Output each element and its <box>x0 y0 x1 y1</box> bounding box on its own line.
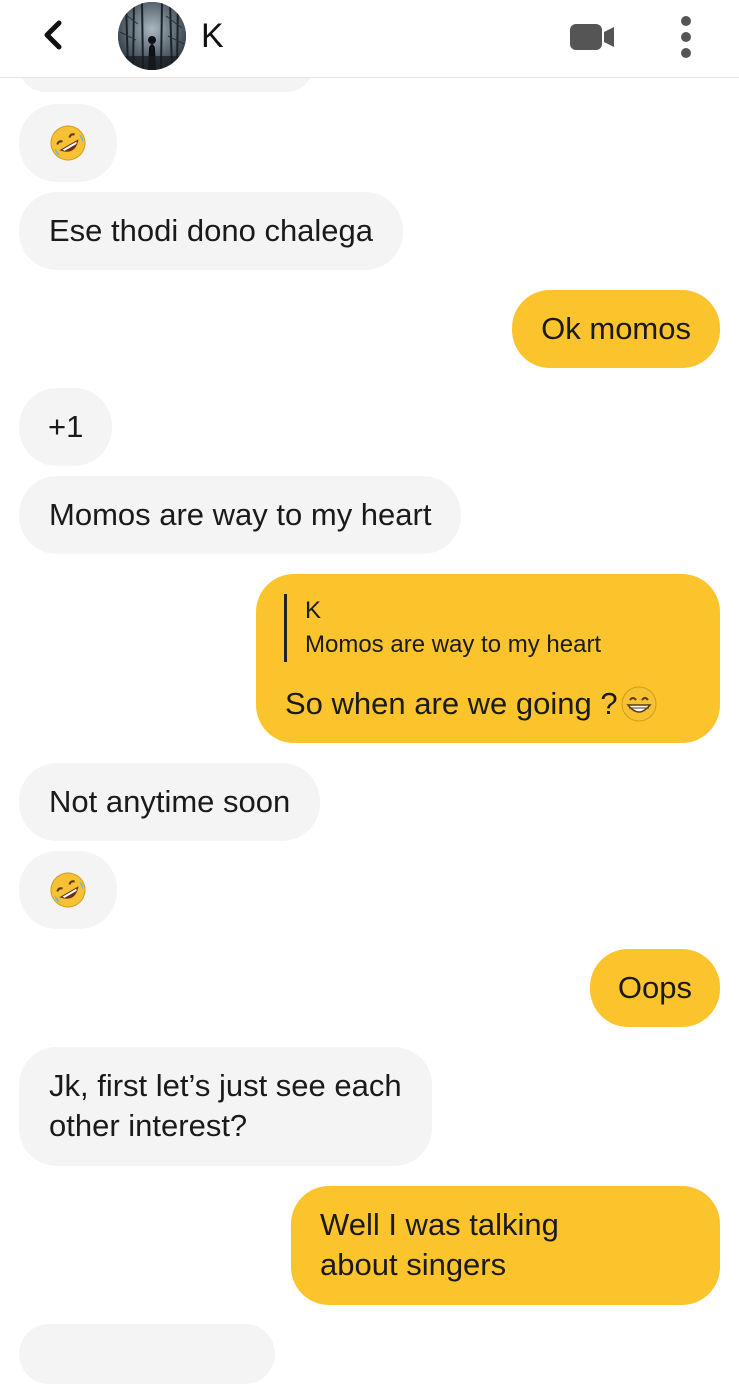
message-bubble-outgoing[interactable]: Ok momos <box>512 290 720 368</box>
message-bubble-outgoing-reply[interactable]: K Momos are way to my heart So when are … <box>256 574 720 743</box>
message-text: Not anytime soon <box>49 784 291 819</box>
more-vertical-icon <box>681 16 691 58</box>
message-text: So when are we going ? <box>285 686 618 721</box>
message-bubble-incoming[interactable]: Ese thodi dono chalega <box>19 192 404 270</box>
message-text: Ese thodi dono chalega <box>49 213 374 248</box>
chevron-left-icon <box>44 20 62 50</box>
chat-header: K <box>0 0 739 78</box>
more-options-button[interactable] <box>672 14 700 60</box>
message-bubble-incoming[interactable]: Momos are way to my heart <box>19 476 462 554</box>
video-camera-icon <box>570 24 614 50</box>
rolling-on-floor-laughing-emoji <box>50 872 86 908</box>
message-bubble-incoming[interactable]: Not anytime soon <box>19 763 321 841</box>
avatar-forest-image <box>118 2 186 70</box>
message-text-line: Jk, first let’s just see each <box>49 1068 402 1103</box>
message-text: Ok momos <box>541 311 691 346</box>
message-bubble-incoming[interactable]: +1 <box>19 388 113 466</box>
message-text-line: about singers <box>320 1247 507 1282</box>
reply-quote[interactable]: K Momos are way to my heart <box>284 594 601 662</box>
message-bubble-incoming[interactable]: Jk, first let’s just see each other inte… <box>19 1047 432 1166</box>
message-text: +1 <box>48 409 84 444</box>
message-text-line: other interest? <box>49 1108 248 1143</box>
back-button[interactable] <box>34 15 74 55</box>
message-bubble-incoming[interactable] <box>19 851 117 929</box>
message-text: Oops <box>617 970 692 1005</box>
message-text: Momos are way to my heart <box>49 497 432 532</box>
message-bubble-incoming[interactable] <box>19 104 117 182</box>
avatar[interactable] <box>118 2 186 70</box>
contact-name[interactable]: K <box>201 16 224 56</box>
rolling-on-floor-laughing-emoji <box>50 125 86 161</box>
reply-body: So when are we going ? <box>285 684 658 724</box>
reply-quote-text: Momos are way to my heart <box>305 631 602 658</box>
message-bubble-partial[interactable] <box>19 1324 275 1384</box>
grinning-face-emoji <box>621 686 657 722</box>
message-list[interactable]: Ese thodi dono chalega Ok momos +1 Momos… <box>0 0 739 1384</box>
message-bubble-outgoing[interactable]: Oops <box>589 949 720 1027</box>
reply-quote-name: K <box>305 597 322 624</box>
video-call-button[interactable] <box>566 22 618 52</box>
message-bubble-outgoing[interactable]: Well I was talking about singers <box>291 1186 720 1305</box>
message-text-line: Well I was talking <box>320 1207 559 1242</box>
